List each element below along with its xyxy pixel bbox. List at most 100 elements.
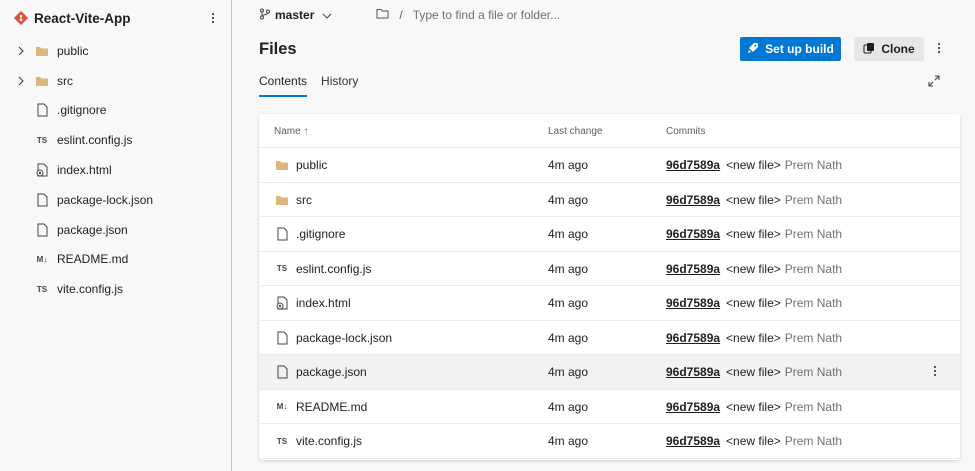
last-change: 4m ago (548, 192, 589, 207)
tab-contents[interactable]: Contents (259, 74, 308, 97)
folder-outline-icon[interactable] (376, 8, 389, 22)
tree-item-package-json[interactable]: package.json (0, 215, 231, 245)
last-change: 4m ago (548, 158, 589, 172)
file-name-link[interactable]: .gitignore (296, 227, 345, 241)
tree-item-src[interactable]: src (0, 66, 231, 96)
commit-message: <new file> (726, 330, 781, 345)
file-icon (274, 364, 290, 380)
commit-author: Prem Nath (784, 261, 843, 276)
table-row[interactable]: package-lock.json 4m ago 96d7589a <new file… (259, 321, 960, 355)
file-name-link[interactable]: eslint.config.js (296, 262, 371, 276)
file-name-link[interactable]: package.json (296, 365, 367, 379)
table-row[interactable]: TS vite.config.js 4m ago 96d7589a <new file>… (259, 424, 960, 459)
chevron-right-icon[interactable] (14, 44, 28, 58)
last-change: 4m ago (548, 330, 589, 345)
table-row[interactable]: src 4m ago 96d7589a <new file> Prem Nath (259, 183, 960, 217)
rocket-icon (747, 42, 759, 57)
folder-icon (274, 157, 290, 173)
branch-selector[interactable]: master (259, 8, 332, 23)
table-row[interactable]: .gitignore 4m ago 96d7589a <new file> Prem N… (259, 217, 960, 252)
expand-icon[interactable] (928, 75, 942, 89)
last-change: 4m ago (548, 296, 589, 310)
tree-item-package-lock[interactable]: package-lock.json (0, 185, 231, 215)
table-row[interactable]: package.json 4m ago 96d7589a <new file> Prem… (259, 355, 960, 390)
commit-hash-link[interactable]: 96d7589a (666, 262, 720, 276)
tree-item-eslint-config[interactable]: TS eslint.config.js (0, 125, 231, 155)
tree-item-vite-config[interactable]: TS vite.config.js (0, 274, 231, 304)
chevron-right-icon[interactable] (14, 74, 28, 88)
commit-hash-link[interactable]: 96d7589a (666, 158, 720, 172)
tree-item-public[interactable]: public (0, 36, 231, 66)
repo-more-icon[interactable] (206, 10, 220, 26)
file-icon (34, 192, 50, 208)
file-icon (34, 222, 50, 238)
commit-message: <new file> (726, 434, 781, 448)
html-file-icon (274, 295, 290, 311)
commit-message: <new file> (726, 158, 781, 172)
path-search-input[interactable] (412, 8, 633, 22)
file-name-link[interactable]: package-lock.json (296, 331, 392, 345)
repo-header: React-Vite-App (14, 8, 220, 28)
file-name-link[interactable]: vite.config.js (296, 434, 362, 448)
repo-name[interactable]: React-Vite-App (34, 11, 206, 26)
tree-item-label: .gitignore (57, 103, 107, 118)
markdown-icon: M↓ (276, 402, 288, 411)
file-name-link[interactable]: public (296, 158, 327, 172)
file-explorer-sidebar: React-Vite-App public src .gitignore TS … (0, 0, 232, 471)
setup-build-button[interactable]: Set up build (740, 37, 841, 61)
commit-hash-link[interactable]: 96d7589a (666, 400, 720, 414)
commit-author: Prem Nath (784, 158, 843, 172)
tree-item-readme[interactable]: M↓ README.md (0, 245, 231, 275)
commit-message: <new file> (726, 399, 781, 414)
path-separator: / (399, 8, 403, 22)
commit-hash-link[interactable]: 96d7589a (666, 193, 720, 207)
clone-icon (863, 42, 875, 57)
commit-hash-link[interactable]: 96d7589a (666, 331, 720, 345)
tree-item-label: public (57, 43, 89, 58)
column-header-commits: Commits (666, 125, 706, 137)
table-row[interactable]: public 4m ago 96d7589a <new file> Prem Nath (259, 148, 960, 183)
commit-author: Prem Nath (784, 365, 843, 379)
table-row[interactable]: M↓ README.md 4m ago 96d7589a <new file> Prem … (259, 390, 960, 424)
commit-hash-link[interactable]: 96d7589a (666, 434, 720, 448)
ts-file-icon: TS (276, 264, 288, 273)
files-table: Name ↑ Last change Commits public 4m ago 9… (259, 114, 960, 460)
tree-item-index-html[interactable]: index.html (0, 155, 231, 185)
commit-message: <new file> (726, 227, 781, 241)
commit-hash-link[interactable]: 96d7589a (666, 296, 720, 310)
more-actions-icon[interactable] (937, 42, 941, 57)
file-name-link[interactable]: src (296, 193, 312, 207)
file-icon (274, 226, 290, 242)
tree-item-label: vite.config.js (57, 282, 124, 297)
tree-item-gitignore[interactable]: .gitignore (0, 96, 231, 126)
row-more-icon[interactable] (933, 365, 937, 380)
file-tree: public src .gitignore TS eslint.config.j… (0, 36, 231, 304)
table-row[interactable]: TS eslint.config.js 4m ago 96d7589a <new fil… (259, 252, 960, 286)
column-header-name[interactable]: Name ↑ (274, 114, 308, 148)
column-header-last-change: Last change (548, 125, 603, 137)
last-change: 4m ago (548, 434, 589, 448)
file-name-link[interactable]: index.html (296, 296, 351, 310)
tree-item-label: src (57, 73, 73, 88)
folder-icon (274, 192, 290, 208)
tree-item-label: package.json (57, 222, 128, 237)
chevron-down-icon (322, 8, 332, 22)
topbar: master / (259, 5, 633, 25)
ts-file-icon: TS (36, 284, 48, 294)
commit-author: Prem Nath (784, 399, 843, 414)
commit-author: Prem Nath (784, 296, 843, 310)
commit-hash-link[interactable]: 96d7589a (666, 227, 720, 241)
tree-item-label: eslint.config.js (57, 133, 133, 148)
commit-message: <new file> (726, 365, 781, 379)
tab-history[interactable]: History (321, 74, 358, 97)
file-icon (34, 102, 50, 118)
ts-file-icon: TS (276, 436, 288, 446)
tree-item-label: package-lock.json (57, 192, 154, 207)
table-row[interactable]: index.html 4m ago 96d7589a <new file> Prem N… (259, 286, 960, 321)
clone-button[interactable]: Clone (854, 37, 924, 61)
commit-hash-link[interactable]: 96d7589a (666, 365, 720, 379)
commit-message: <new file> (726, 192, 781, 207)
file-name-link[interactable]: README.md (296, 400, 367, 414)
folder-icon (34, 73, 50, 89)
commit-message: <new file> (726, 296, 781, 310)
